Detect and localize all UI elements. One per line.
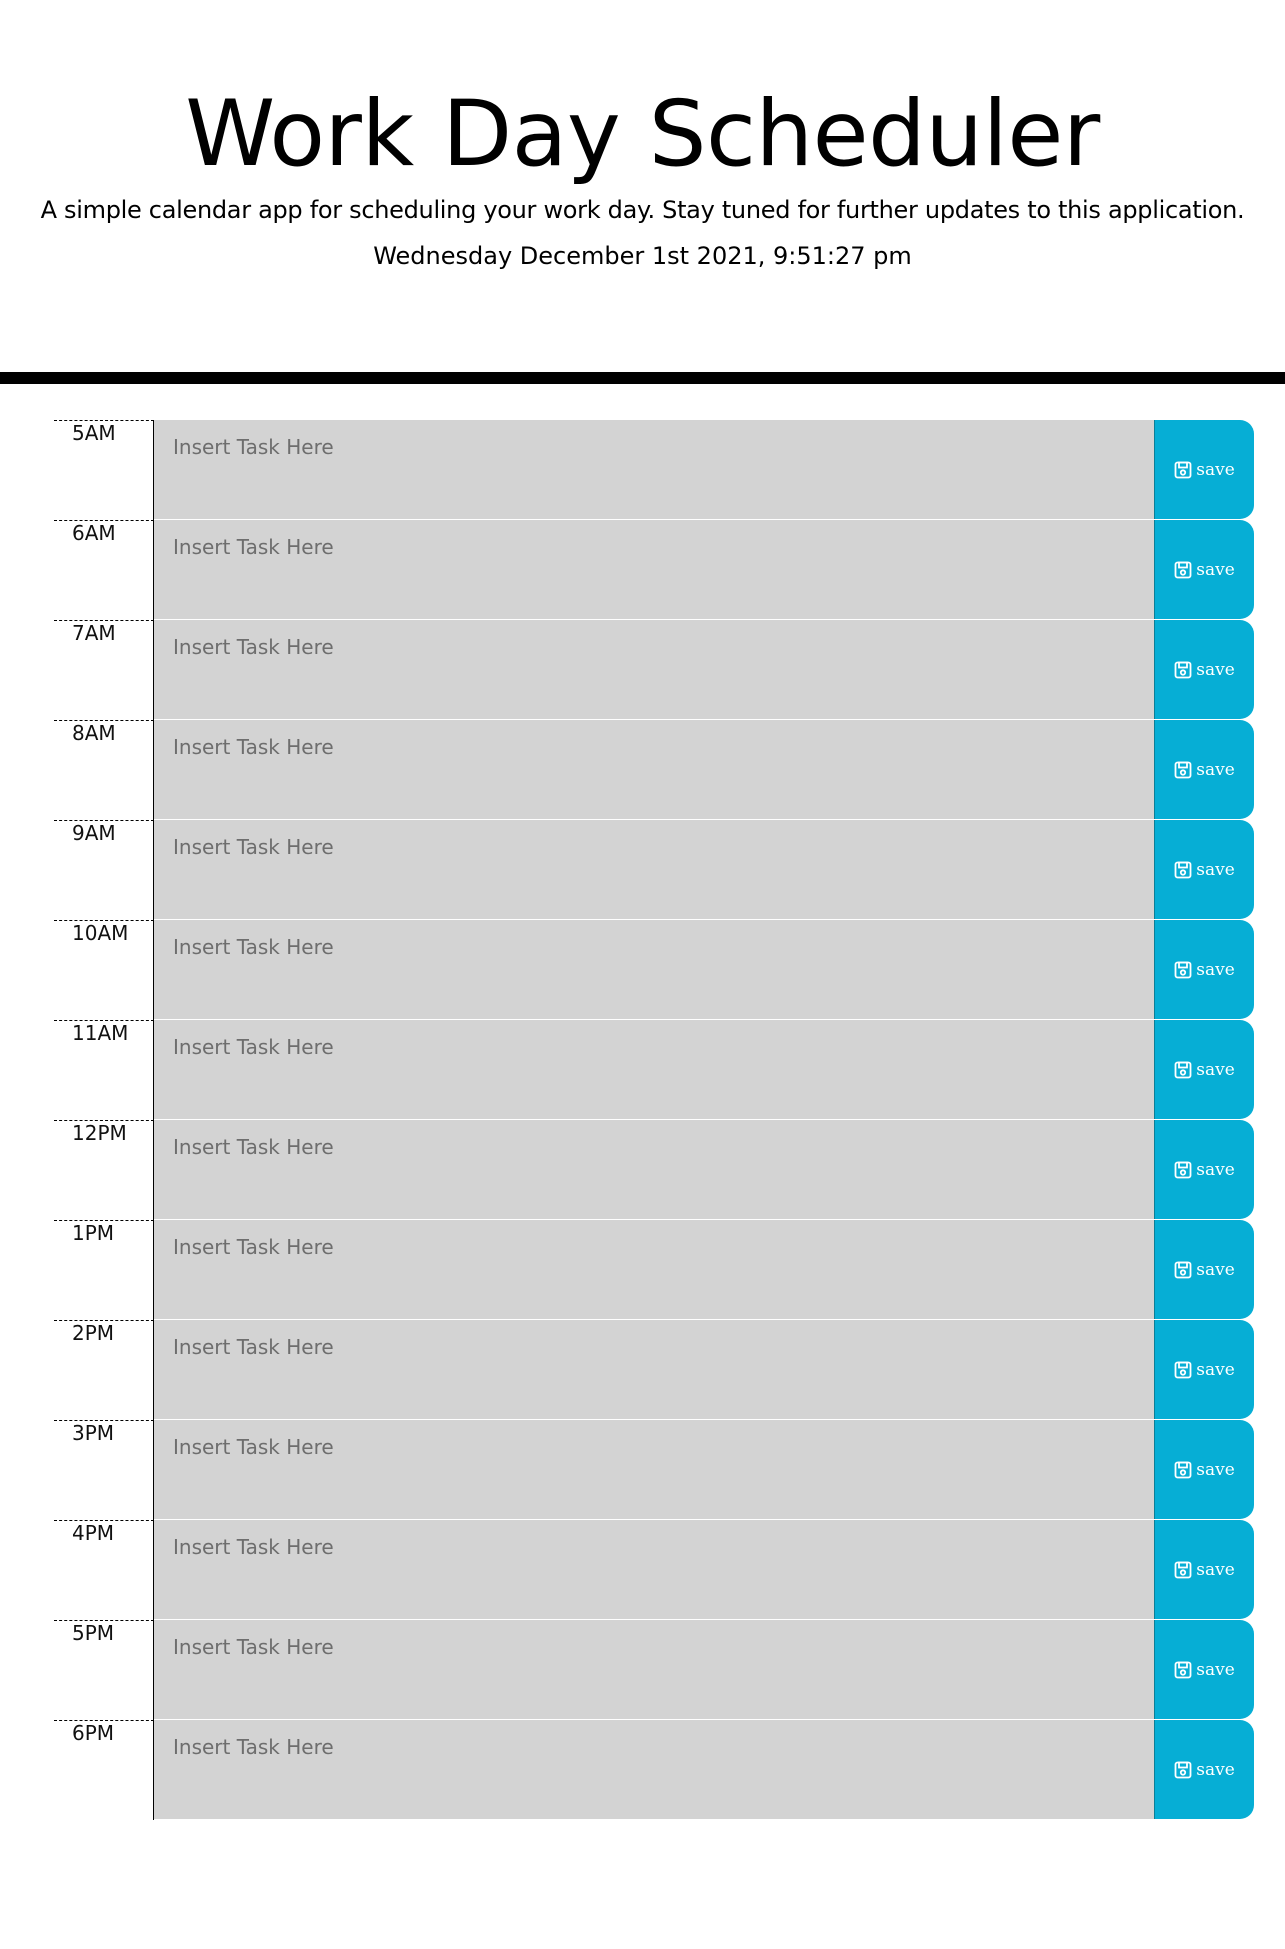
save-button[interactable]: save <box>1154 520 1254 619</box>
floppy-disk-icon <box>1174 1461 1192 1479</box>
timeblock-row: 12PM save <box>54 1120 1254 1220</box>
save-button[interactable]: save <box>1154 720 1254 819</box>
save-button-label: save <box>1196 759 1235 780</box>
timeblock-row: 3PM save <box>54 1420 1254 1520</box>
floppy-disk-icon <box>1174 1361 1192 1379</box>
save-button-label: save <box>1196 859 1235 880</box>
floppy-disk-icon <box>1174 761 1192 779</box>
hour-label: 9AM <box>54 820 154 920</box>
timeblock-row: 11AM save <box>54 1020 1254 1120</box>
task-input[interactable] <box>154 1220 1154 1320</box>
header: Work Day Scheduler A simple calendar app… <box>0 0 1285 384</box>
save-button[interactable]: save <box>1154 920 1254 1019</box>
floppy-disk-icon <box>1174 1761 1192 1779</box>
save-button[interactable]: save <box>1154 1020 1254 1119</box>
app-description: A simple calendar app for scheduling you… <box>40 196 1245 224</box>
save-button-label: save <box>1196 1259 1235 1280</box>
floppy-disk-icon <box>1174 961 1192 979</box>
hour-label: 6AM <box>54 520 154 620</box>
save-button-label: save <box>1196 1059 1235 1080</box>
task-input[interactable] <box>154 1420 1154 1520</box>
floppy-disk-icon <box>1174 461 1192 479</box>
save-button-label: save <box>1196 459 1235 480</box>
task-input[interactable] <box>154 1120 1154 1220</box>
floppy-disk-icon <box>1174 561 1192 579</box>
hour-label: 5PM <box>54 1620 154 1720</box>
save-button-label: save <box>1196 659 1235 680</box>
save-button[interactable]: save <box>1154 1320 1254 1419</box>
task-input[interactable] <box>154 1020 1154 1120</box>
save-button[interactable]: save <box>1154 1520 1254 1619</box>
save-button-label: save <box>1196 1459 1235 1480</box>
floppy-disk-icon <box>1174 1161 1192 1179</box>
task-input[interactable] <box>154 720 1154 820</box>
task-input[interactable] <box>154 520 1154 620</box>
save-button-label: save <box>1196 1759 1235 1780</box>
floppy-disk-icon <box>1174 661 1192 679</box>
task-input[interactable] <box>154 1520 1154 1620</box>
save-button-label: save <box>1196 559 1235 580</box>
current-date-time: Wednesday December 1st 2021, 9:51:27 pm <box>373 242 912 270</box>
floppy-disk-icon <box>1174 1261 1192 1279</box>
hour-label: 8AM <box>54 720 154 820</box>
save-button-label: save <box>1196 1159 1235 1180</box>
floppy-disk-icon <box>1174 1661 1192 1679</box>
floppy-disk-icon <box>1174 1061 1192 1079</box>
hour-label: 4PM <box>54 1520 154 1620</box>
task-input[interactable] <box>154 920 1154 1020</box>
timeblock-row: 1PM save <box>54 1220 1254 1320</box>
save-button[interactable]: save <box>1154 1220 1254 1319</box>
hour-label: 12PM <box>54 1120 154 1220</box>
save-button[interactable]: save <box>1154 1720 1254 1819</box>
save-button[interactable]: save <box>1154 620 1254 719</box>
save-button[interactable]: save <box>1154 420 1254 519</box>
task-input[interactable] <box>154 1620 1154 1720</box>
timeblock-row: 5AM save <box>54 420 1254 520</box>
timeblock-row: 9AM save <box>54 820 1254 920</box>
task-input[interactable] <box>154 1320 1154 1420</box>
timeblock-row: 4PM save <box>54 1520 1254 1620</box>
task-input[interactable] <box>154 1720 1154 1820</box>
task-input[interactable] <box>154 820 1154 920</box>
save-button-label: save <box>1196 1359 1235 1380</box>
task-input[interactable] <box>154 420 1154 520</box>
hour-label: 6PM <box>54 1720 154 1820</box>
hour-label: 2PM <box>54 1320 154 1420</box>
timeblock-row: 7AM save <box>54 620 1254 720</box>
timeblock-row: 6PM save <box>54 1720 1254 1820</box>
hour-label: 1PM <box>54 1220 154 1320</box>
timeblock-row: 6AM save <box>54 520 1254 620</box>
hour-label: 5AM <box>54 420 154 520</box>
floppy-disk-icon <box>1174 1561 1192 1579</box>
timeblock-row: 2PM save <box>54 1320 1254 1420</box>
save-button[interactable]: save <box>1154 1120 1254 1219</box>
hour-label: 7AM <box>54 620 154 720</box>
timeblock-list: 5AM save 6AM save 7AM save 8AM save 9AM save 10AM s… <box>54 420 1254 1820</box>
save-button-label: save <box>1196 959 1235 980</box>
save-button[interactable]: save <box>1154 1620 1254 1719</box>
timeblock-row: 8AM save <box>54 720 1254 820</box>
hour-label: 3PM <box>54 1420 154 1520</box>
save-button-label: save <box>1196 1659 1235 1680</box>
floppy-disk-icon <box>1174 861 1192 879</box>
save-button[interactable]: save <box>1154 1420 1254 1519</box>
save-button-label: save <box>1196 1559 1235 1580</box>
task-input[interactable] <box>154 620 1154 720</box>
timeblock-row: 5PM save <box>54 1620 1254 1720</box>
timeblock-row: 10AM save <box>54 920 1254 1020</box>
hour-label: 11AM <box>54 1020 154 1120</box>
save-button[interactable]: save <box>1154 820 1254 919</box>
hour-label: 10AM <box>54 920 154 1020</box>
page-title: Work Day Scheduler <box>185 82 1100 187</box>
